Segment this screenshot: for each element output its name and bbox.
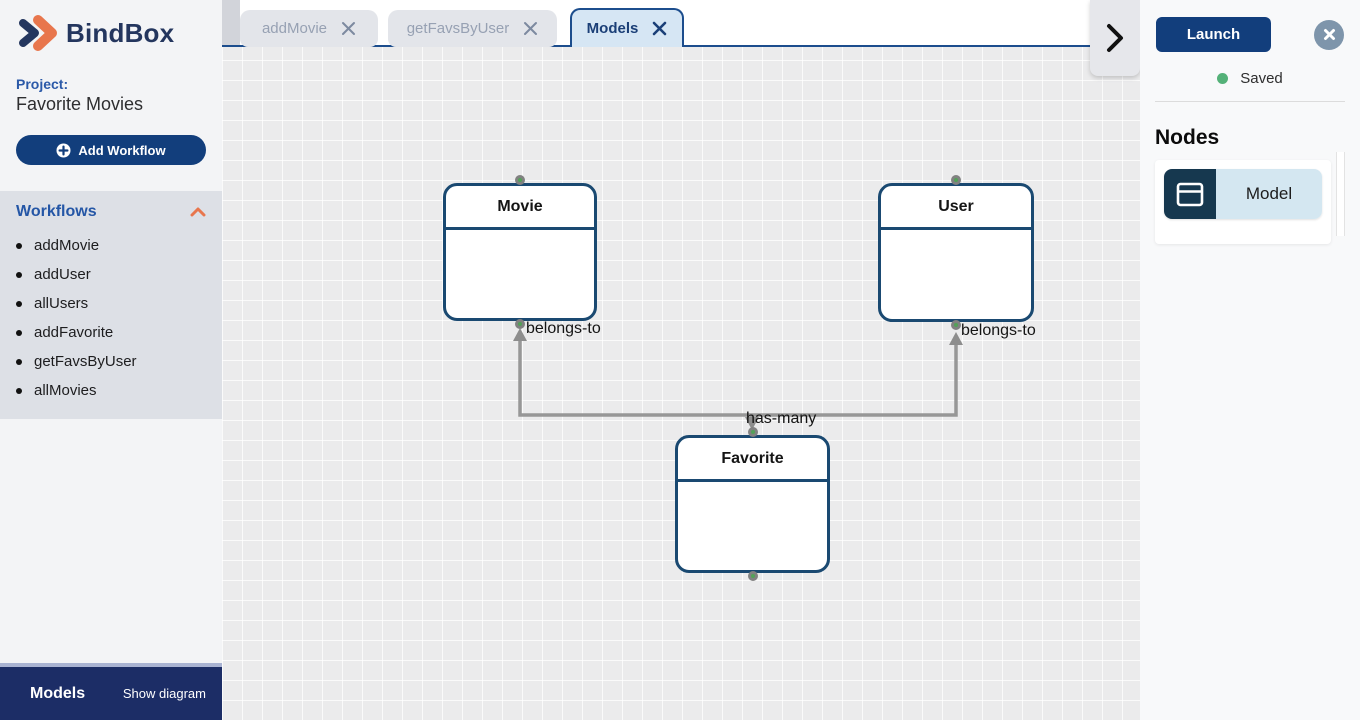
save-status: Saved <box>1140 70 1360 87</box>
node-title: Favorite <box>721 449 784 467</box>
node-header: Favorite <box>678 438 827 482</box>
palette-scrollbar[interactable] <box>1336 152 1345 236</box>
project-label: Project: <box>16 76 69 92</box>
workflow-item-allUsers[interactable]: allUsers <box>16 289 206 318</box>
node-handle-top[interactable] <box>951 175 961 185</box>
model-node-icon <box>1164 169 1216 219</box>
panel-divider <box>1155 101 1345 102</box>
arrowhead-to-movie <box>513 328 527 341</box>
plus-circle-icon <box>56 143 71 157</box>
tab-label: addMovie <box>261 20 328 37</box>
saved-status-text: Saved <box>1240 70 1283 87</box>
workflow-item-allMovies[interactable]: allMovies <box>16 376 206 405</box>
palette-item-label: Model <box>1216 169 1322 219</box>
bindbox-logo-icon <box>19 15 57 51</box>
right-panel: Launch Saved Nodes Model <box>1140 0 1360 720</box>
workflows-title: Workflows <box>16 203 97 220</box>
bindbox-app: BindBox Project: Favorite Movies Add Wor… <box>0 0 1360 720</box>
sidebar: BindBox Project: Favorite Movies Add Wor… <box>0 0 222 720</box>
tab-addMovie[interactable]: addMovie <box>240 10 378 47</box>
close-panel-button[interactable] <box>1314 19 1344 50</box>
tab-bar-edge <box>222 0 240 45</box>
workflow-item-label: addMovie <box>34 237 100 254</box>
node-header: User <box>881 186 1031 230</box>
workflow-item-label: allMovies <box>34 382 97 399</box>
node-handle-bottom[interactable] <box>515 319 525 329</box>
tab-label: getFavsByUser <box>406 20 510 37</box>
brand-logo: BindBox <box>0 0 222 52</box>
workflow-item-getFavsByUser[interactable]: getFavsByUser <box>16 347 206 376</box>
model-node-favorite[interactable]: Favorite <box>675 427 830 581</box>
tab-label: Models <box>586 20 639 37</box>
workflow-list: addMovie addUser allUsers addFavorite ge… <box>16 231 206 405</box>
workflow-item-label: allUsers <box>34 295 89 312</box>
workflow-item-label: addUser <box>34 266 91 283</box>
chevron-right-icon <box>1107 24 1123 52</box>
collapse-panel-button[interactable] <box>1090 0 1140 76</box>
workflows-header[interactable]: Workflows <box>16 203 206 221</box>
workflow-item-addMovie[interactable]: addMovie <box>16 231 206 260</box>
workflows-panel: Workflows addMovie addUser allUsers addF… <box>0 191 222 419</box>
node-header: Movie <box>446 186 594 230</box>
edges-layer <box>513 328 963 430</box>
edge-label-belongs-to-user: belongs-to <box>961 322 1036 339</box>
add-workflow-label: Add Workflow <box>78 142 166 158</box>
table-icon <box>1176 182 1204 206</box>
node-handle-top[interactable] <box>515 175 525 185</box>
close-tab-icon[interactable] <box>652 21 667 36</box>
diagram-canvas[interactable]: addMovie getFavsByUser Models belongs-to… <box>222 0 1140 720</box>
model-node-user[interactable]: User <box>878 175 1034 330</box>
node-palette: Model <box>1155 160 1331 244</box>
tab-getFavsByUser[interactable]: getFavsByUser <box>388 10 557 47</box>
models-footer-title: Models <box>30 684 86 702</box>
node-handle-bottom[interactable] <box>951 320 961 330</box>
workflow-item-addUser[interactable]: addUser <box>16 260 206 289</box>
workflow-item-addFavorite[interactable]: addFavorite <box>16 318 206 347</box>
tab-models[interactable]: Models <box>570 8 684 47</box>
chevron-up-icon[interactable] <box>190 207 206 217</box>
node-title: User <box>938 197 974 215</box>
workflow-item-label: addFavorite <box>34 324 114 341</box>
model-node-movie[interactable]: Movie <box>443 175 597 329</box>
node-handle-top[interactable] <box>747 427 758 437</box>
launch-button[interactable]: Launch <box>1156 17 1271 52</box>
project-name: Favorite Movies <box>16 94 144 114</box>
nodes-heading: Nodes <box>1155 126 1220 149</box>
node-handle-bottom[interactable] <box>747 571 758 581</box>
edge-label-has-many: has-many <box>746 410 817 427</box>
close-tab-icon[interactable] <box>523 21 538 36</box>
close-tab-icon[interactable] <box>341 21 356 36</box>
saved-indicator-dot <box>1217 73 1229 84</box>
brand-name: BindBox <box>66 17 175 48</box>
models-footer[interactable]: Models Show diagram <box>0 663 222 720</box>
node-title: Movie <box>497 197 543 215</box>
close-icon <box>1323 29 1335 40</box>
workflow-item-label: getFavsByUser <box>34 353 137 370</box>
palette-item-model[interactable]: Model <box>1164 169 1322 219</box>
add-workflow-button[interactable]: Add Workflow <box>16 135 206 165</box>
panel-header: Launch <box>1140 0 1360 52</box>
edge-label-belongs-to-movie: belongs-to <box>526 320 601 337</box>
tab-bar: addMovie getFavsByUser Models <box>222 0 1090 47</box>
show-diagram-link[interactable]: Show diagram <box>123 686 206 701</box>
